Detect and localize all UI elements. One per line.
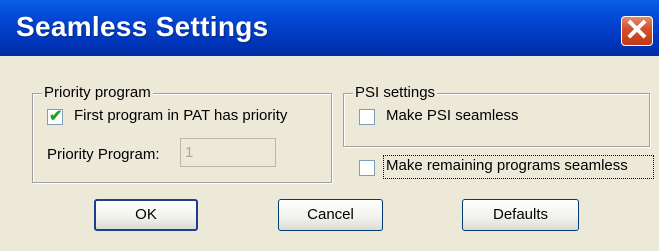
title-bar[interactable]: Seamless Settings ✕ [0,0,659,56]
checkmark-icon: ✔ [49,108,63,125]
make-psi-seamless-label[interactable]: Make PSI seamless [386,107,519,124]
priority-program-legend: Priority program [42,84,153,101]
priority-program-field-label: Priority Program: [47,146,160,163]
make-remaining-seamless-checkbox[interactable] [359,160,375,176]
close-button[interactable]: ✕ [621,14,653,47]
make-remaining-seamless-label[interactable]: Make remaining programs seamless [386,157,628,174]
ok-button[interactable]: OK [94,199,198,231]
priority-program-input[interactable]: 1 [180,138,276,167]
psi-settings-legend: PSI settings [353,84,438,101]
close-icon: ✕ [624,14,650,47]
cancel-button[interactable]: Cancel [278,199,383,231]
first-program-priority-label[interactable]: First program in PAT has priority [74,107,287,124]
first-program-priority-checkbox[interactable]: ✔ [47,108,63,125]
window-title: Seamless Settings [16,11,269,42]
defaults-button[interactable]: Defaults [462,199,579,231]
make-psi-seamless-checkbox[interactable] [359,109,375,125]
